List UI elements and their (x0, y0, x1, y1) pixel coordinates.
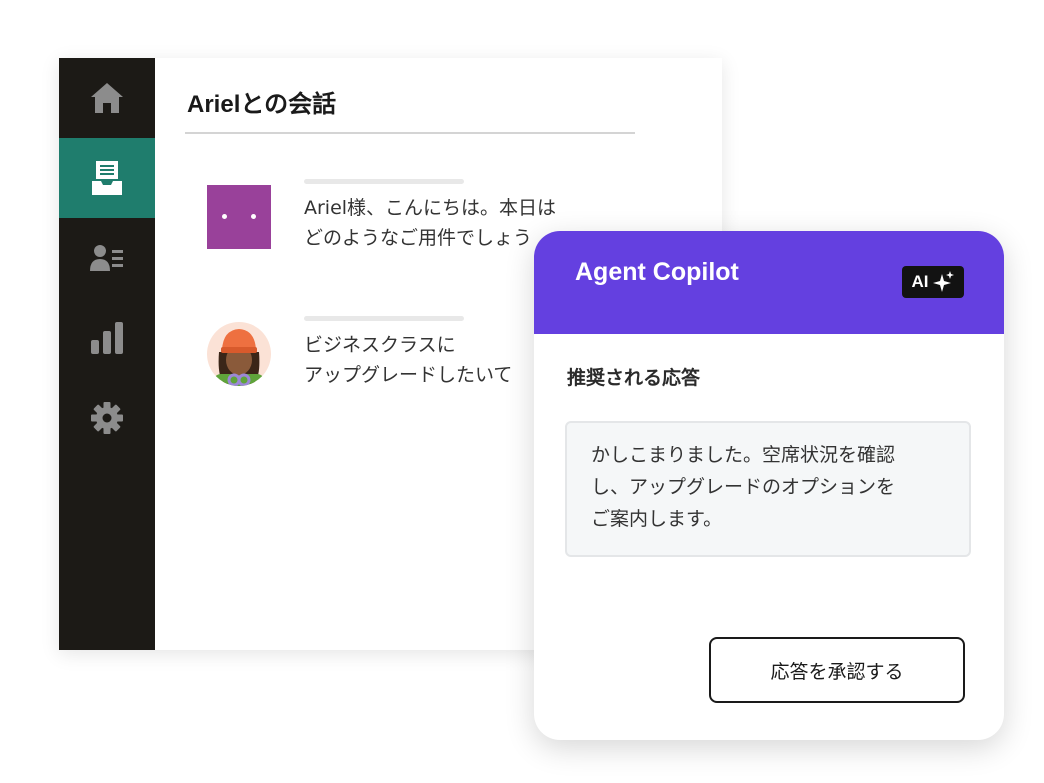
nav-item-home[interactable] (59, 58, 155, 138)
agent-copilot-card: Agent Copilot AI 推奨される応答 かしこまりました。空席状況を確… (534, 231, 1004, 740)
home-icon (91, 83, 123, 113)
nav-item-inbox[interactable] (59, 138, 155, 218)
copilot-header: Agent Copilot AI (534, 231, 1004, 334)
conversation-title: Arielとの会話 (187, 91, 337, 118)
ai-badge-label: AI (911, 272, 929, 291)
suggested-reply-heading: 推奨される応答 (567, 367, 701, 389)
settings-icon (91, 402, 123, 434)
nav-item-analytics[interactable] (59, 298, 155, 378)
customer-avatar (207, 322, 271, 386)
sidebar-nav (59, 58, 155, 650)
bot-avatar (207, 185, 271, 249)
bot-eye-icon (251, 214, 256, 219)
nav-item-contacts[interactable] (59, 218, 155, 298)
analytics-icon (91, 322, 123, 354)
suggested-reply-text: かしこまりました。空席状況を確認 し、アップグレードのオプションを ご案内します… (565, 421, 971, 557)
nav-item-settings[interactable] (59, 378, 155, 458)
copilot-title: Agent Copilot (575, 258, 739, 286)
bot-eye-icon (222, 214, 227, 219)
ai-badge: AI (902, 266, 964, 298)
sparkle-icon (932, 271, 954, 292)
contacts-icon (90, 245, 123, 271)
message-meta-placeholder (304, 179, 464, 184)
approve-reply-button[interactable]: 応答を承認する (709, 637, 965, 703)
inbox-icon (92, 161, 122, 195)
message-meta-placeholder (304, 316, 464, 321)
title-divider (185, 132, 635, 134)
